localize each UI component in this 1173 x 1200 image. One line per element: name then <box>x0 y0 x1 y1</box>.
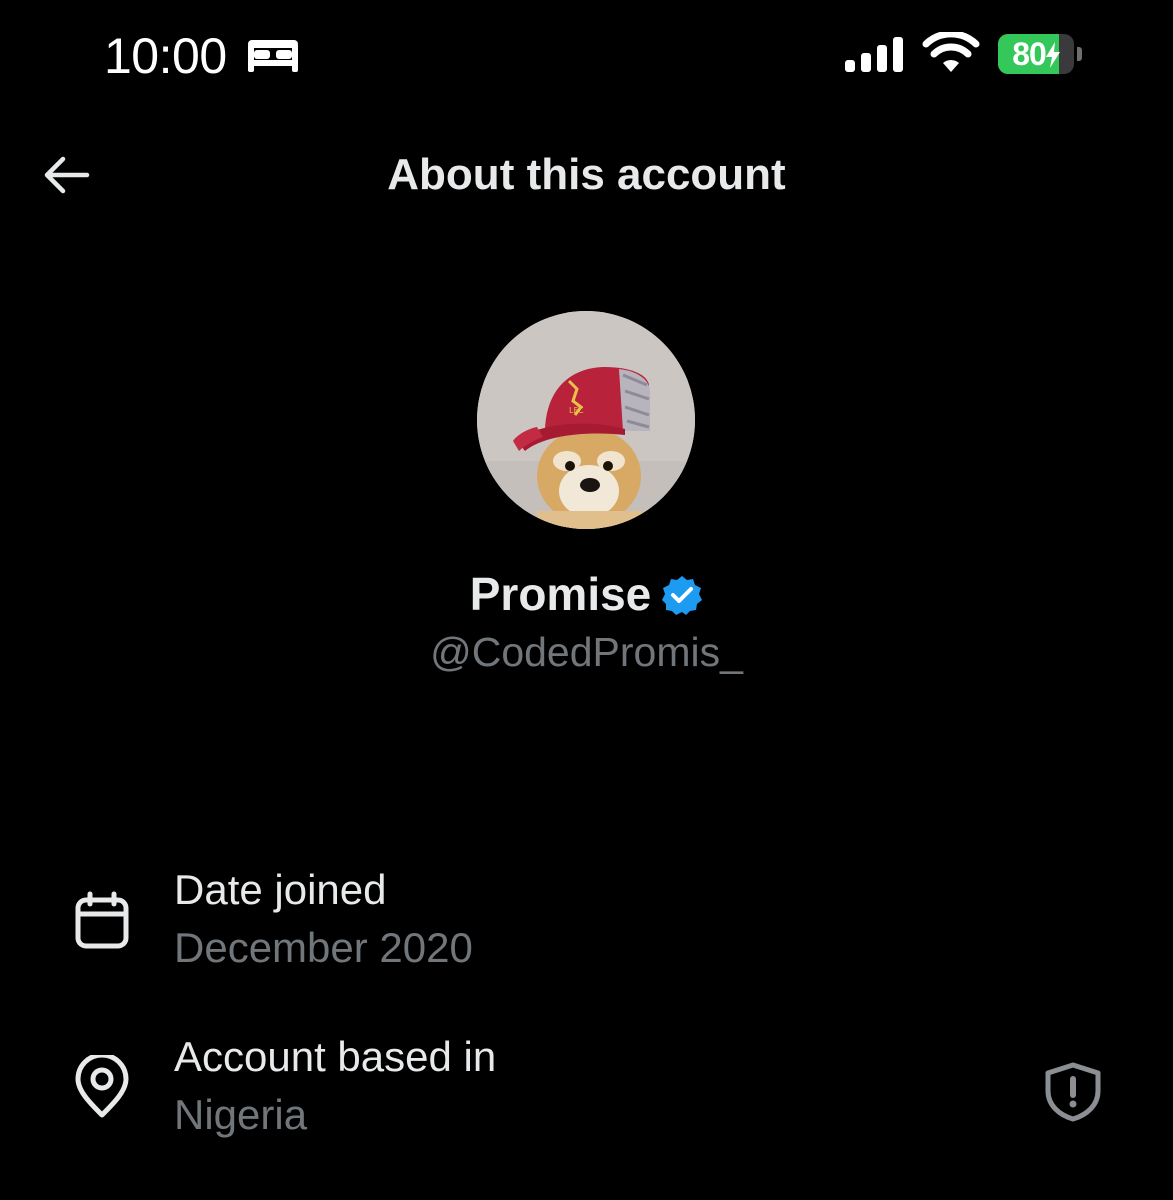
bed-icon <box>248 40 298 72</box>
location-pin-icon <box>75 1055 129 1118</box>
avatar-image: LFC <box>477 311 695 529</box>
avatar[interactable]: LFC <box>477 311 695 529</box>
user-handle: @CodedPromis_ <box>430 629 743 675</box>
battery-cap <box>1077 47 1082 61</box>
wifi-icon <box>922 32 980 72</box>
account-based-in-label: Account based in <box>174 1033 497 1080</box>
svg-text:LFC: LFC <box>569 406 584 415</box>
display-name-row: Promise <box>0 564 1173 624</box>
account-based-in-value: Nigeria <box>174 1091 308 1138</box>
date-joined-value: December 2020 <box>174 924 473 971</box>
date-joined-label: Date joined <box>174 866 387 913</box>
battery-indicator: 80 <box>998 34 1084 74</box>
date-joined-row: Date joined December 2020 <box>0 864 1173 994</box>
status-bar: 10:00 80 <box>0 0 1173 110</box>
account-based-in-row[interactable]: Account based in Nigeria <box>0 1031 1173 1161</box>
battery-body: 80 <box>998 34 1074 74</box>
calendar-icon <box>75 891 129 949</box>
shield-alert-icon[interactable] <box>1042 1061 1104 1123</box>
verified-badge-icon <box>662 576 703 615</box>
display-name: Promise <box>469 568 652 620</box>
cellular-signal-icon <box>845 37 903 72</box>
battery-level: 80 <box>998 34 1074 74</box>
top-app-bar: About this account <box>0 130 1173 220</box>
status-time: 10:00 <box>104 28 227 84</box>
charging-bolt-icon <box>1045 42 1060 68</box>
page-title: About this account <box>387 150 786 199</box>
